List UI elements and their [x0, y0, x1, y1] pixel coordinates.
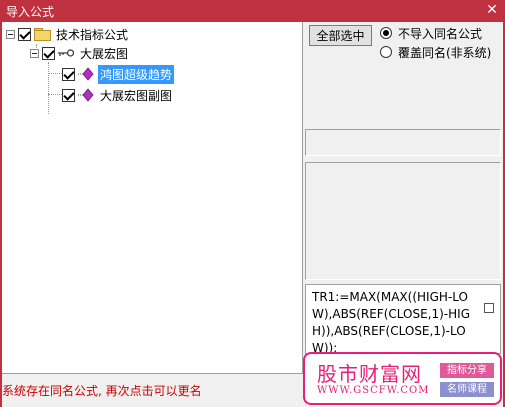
tree-connector [48, 62, 49, 114]
group-checkbox[interactable] [42, 46, 55, 60]
overwrite-label: 覆盖同名(非系统) [398, 45, 492, 60]
window-title: 导入公式 [6, 5, 55, 19]
info-field [305, 129, 501, 156]
key-icon [58, 49, 74, 57]
tree-node-item[interactable]: 大展宏图副图 [62, 85, 174, 105]
option-skip-same-name[interactable]: 不导入同名公式 [380, 25, 482, 41]
formula-tree[interactable]: 技术指标公式 大展宏图 鸿图超级趋势 大展宏图副图 [2, 22, 303, 374]
option-overwrite-same-name[interactable]: 覆盖同名(非系统) [380, 44, 491, 60]
item-checkbox[interactable] [62, 88, 75, 102]
title-bar: 导入公式 ✕ [0, 0, 505, 22]
tree-label-root: 技术指标公式 [56, 27, 129, 42]
item-checkbox[interactable] [62, 67, 75, 81]
skip-same-name-radio[interactable] [380, 27, 392, 39]
tree-label-item: 鸿图超级趋势 [98, 64, 175, 84]
code-checkbox[interactable] [484, 303, 494, 313]
tree-label-group: 大展宏图 [80, 46, 129, 61]
description-panel [305, 162, 501, 280]
watermark-tag: 指标分享 [440, 363, 494, 378]
formula-icon [78, 67, 94, 81]
select-all-button[interactable]: 全部选中 [309, 25, 372, 46]
status-message: 系统存在同名公式, 再次点击可以更名 [2, 384, 202, 398]
skip-same-name-label: 不导入同名公式 [398, 26, 483, 41]
tree-node-group[interactable]: 大展宏图 [30, 43, 130, 63]
tree-connector [48, 94, 62, 95]
root-checkbox[interactable] [18, 27, 31, 41]
formula-icon [78, 88, 94, 102]
folder-icon [34, 28, 51, 41]
code-text: TR1:=MAX(MAX((HIGH-LOW),ABS(REF(CLOSE,1)… [312, 290, 470, 354]
tree-label-item: 大展宏图副图 [100, 88, 173, 103]
tree-connector [48, 73, 62, 74]
watermark-brand: 股市财富网 [317, 362, 422, 386]
collapse-icon[interactable] [30, 48, 39, 58]
code-preview: TR1:=MAX(MAX((HIGH-LOW),ABS(REF(CLOSE,1)… [305, 284, 501, 354]
tree-node-item[interactable]: 鸿图超级趋势 [62, 64, 175, 84]
close-icon[interactable]: ✕ [485, 2, 499, 18]
watermark-logo: 股市财富网 WWW.GSCFW.COM 指标分享 名师课程 [303, 352, 502, 405]
watermark-url: WWW.GSCFW.COM [317, 385, 430, 396]
overwrite-radio[interactable] [380, 46, 392, 58]
watermark-tag: 名师课程 [440, 382, 494, 397]
collapse-icon[interactable] [6, 29, 15, 39]
tree-node-root[interactable]: 技术指标公式 [6, 24, 130, 44]
